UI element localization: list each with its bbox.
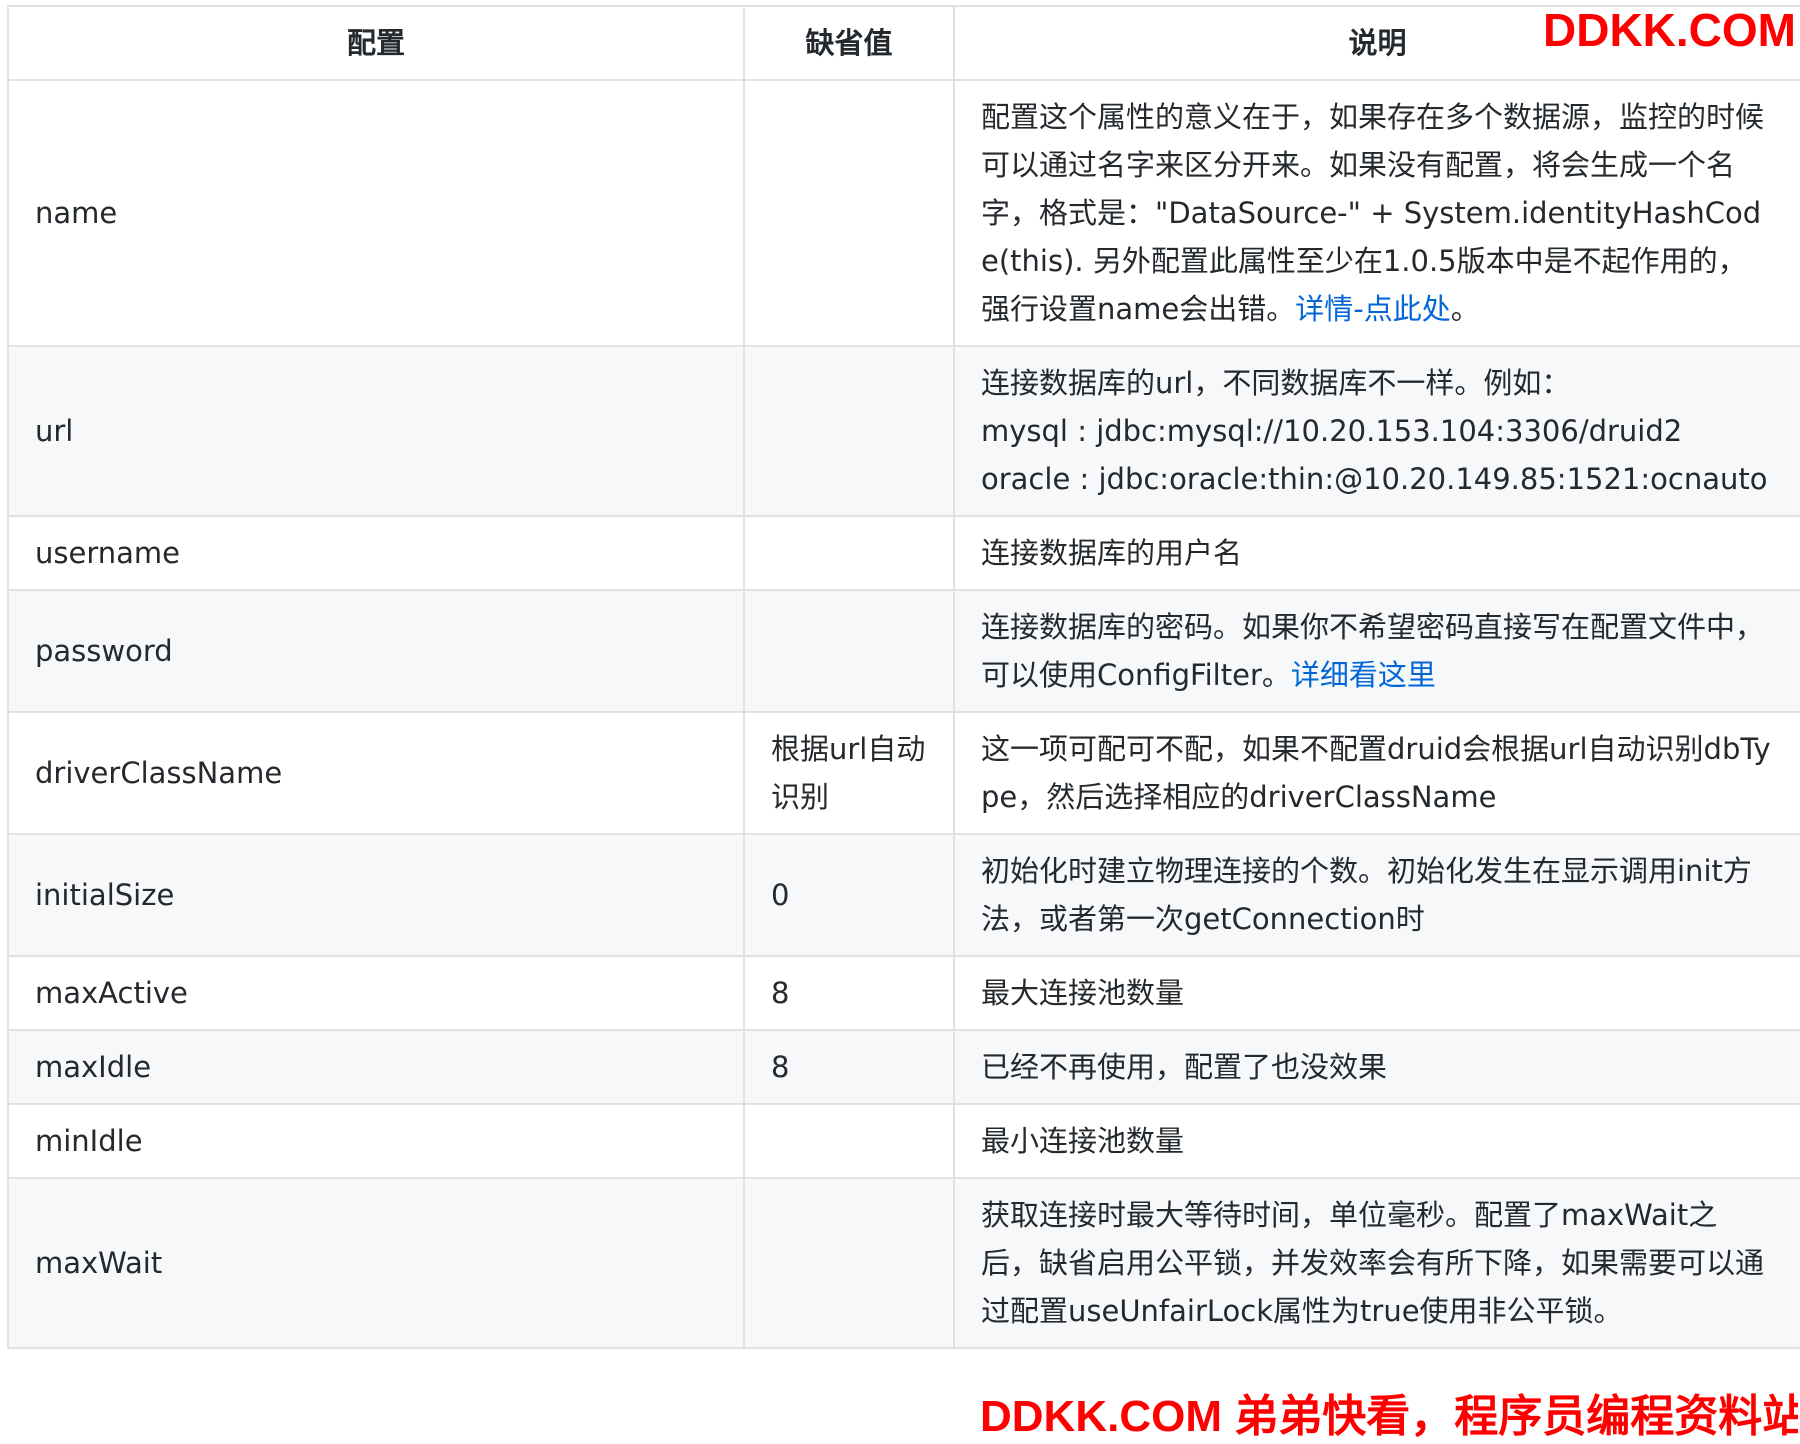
config-name-cell: maxWait: [7, 1177, 745, 1349]
config-name-cell: driverClassName: [7, 711, 745, 835]
config-name-cell: url: [7, 345, 745, 517]
config-name-cell: initialSize: [7, 833, 745, 957]
default-value-cell: [743, 1177, 955, 1349]
default-value-cell: [743, 589, 955, 713]
table-row: initialSize 0 初始化时建立物理连接的个数。初始化发生在显示调用in…: [7, 833, 1800, 957]
default-value-cell: 0: [743, 833, 955, 957]
config-table: 配置 缺省值 说明 name 配置这个属性的意义在于，如果存在多个数据源，监控的…: [7, 5, 1800, 1349]
table-row: url 连接数据库的url，不同数据库不一样。例如： mysql : jdbc:…: [7, 345, 1800, 517]
config-name-cell: minIdle: [7, 1103, 745, 1179]
config-name-cell: maxActive: [7, 955, 745, 1031]
config-filter-link[interactable]: 详细看这里: [1291, 658, 1436, 692]
description-suffix: 。: [1450, 292, 1480, 326]
detail-link[interactable]: 详情-点此处: [1295, 292, 1450, 326]
config-name-cell: password: [7, 589, 745, 713]
default-value-cell: [743, 79, 955, 347]
default-value-cell: [743, 1103, 955, 1179]
table-row: maxActive 8 最大连接池数量: [7, 955, 1800, 1031]
header-default: 缺省值: [743, 5, 955, 81]
description-cell: 获取连接时最大等待时间，单位毫秒。配置了maxWait之后，缺省启用公平锁，并发…: [953, 1177, 1800, 1349]
description-cell: 初始化时建立物理连接的个数。初始化发生在显示调用init方法，或者第一次getC…: [953, 833, 1800, 957]
table-row: name 配置这个属性的意义在于，如果存在多个数据源，监控的时候可以通过名字来区…: [7, 79, 1800, 347]
description-cell: 连接数据库的url，不同数据库不一样。例如： mysql : jdbc:mysq…: [953, 345, 1800, 517]
description-line: 连接数据库的url，不同数据库不一样。例如：: [981, 366, 1571, 400]
default-value-cell: 8: [743, 1029, 955, 1105]
table-row: minIdle 最小连接池数量: [7, 1103, 1800, 1179]
table-row: password 连接数据库的密码。如果你不希望密码直接写在配置文件中，可以使用…: [7, 589, 1800, 713]
description-cell: 最小连接池数量: [953, 1103, 1800, 1179]
watermark-top: DDKK.COM: [1543, 4, 1796, 56]
config-name-cell: maxIdle: [7, 1029, 745, 1105]
table-row: maxWait 获取连接时最大等待时间，单位毫秒。配置了maxWait之后，缺省…: [7, 1177, 1800, 1349]
config-name-cell: username: [7, 515, 745, 591]
description-line: oracle : jdbc:oracle:thin:@10.20.149.85:…: [981, 462, 1768, 496]
description-cell: 连接数据库的密码。如果你不希望密码直接写在配置文件中，可以使用ConfigFil…: [953, 589, 1800, 713]
header-config: 配置: [7, 5, 745, 81]
default-value-cell: 8: [743, 955, 955, 1031]
table-row: driverClassName 根据url自动识别 这一项可配可不配，如果不配置…: [7, 711, 1800, 835]
description-cell: 配置这个属性的意义在于，如果存在多个数据源，监控的时候可以通过名字来区分开来。如…: [953, 79, 1800, 347]
description-line: mysql : jdbc:mysql://10.20.153.104:3306/…: [981, 414, 1683, 448]
default-value-cell: 根据url自动识别: [743, 711, 955, 835]
description-cell: 最大连接池数量: [953, 955, 1800, 1031]
table-header-row: 配置 缺省值 说明: [7, 5, 1800, 81]
description-cell: 已经不再使用，配置了也没效果: [953, 1029, 1800, 1105]
default-value-cell: [743, 515, 955, 591]
watermark-bottom: DDKK.COM 弟弟快看，程序员编程资料站: [980, 1392, 1798, 1441]
table-row: username 连接数据库的用户名: [7, 515, 1800, 591]
description-cell: 连接数据库的用户名: [953, 515, 1800, 591]
default-value-cell: [743, 345, 955, 517]
config-name-cell: name: [7, 79, 745, 347]
description-cell: 这一项可配可不配，如果不配置druid会根据url自动识别dbType，然后选择…: [953, 711, 1800, 835]
table-row: maxIdle 8 已经不再使用，配置了也没效果: [7, 1029, 1800, 1105]
